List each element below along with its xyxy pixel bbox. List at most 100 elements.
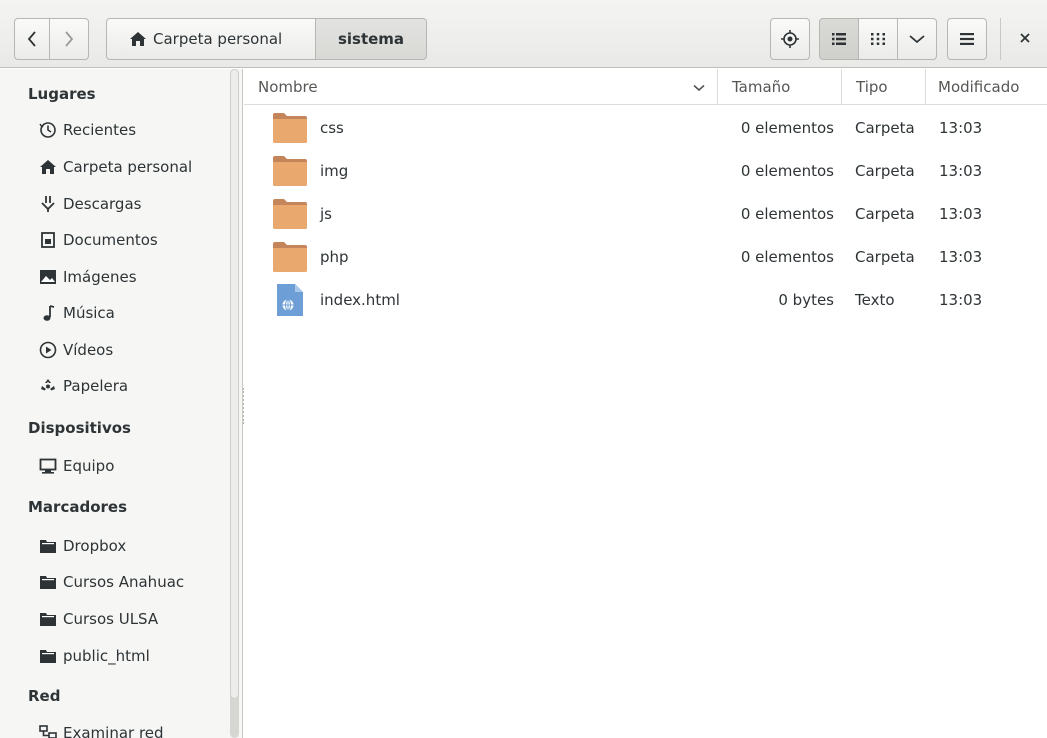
list-view-button[interactable] [819, 18, 859, 60]
file-modified: 13:03 [939, 247, 983, 266]
file-type: Carpeta [855, 204, 915, 223]
breadcrumb-current[interactable]: sistema [315, 18, 427, 60]
document-icon [38, 231, 58, 249]
sidebar-item-label: Dropbox [63, 537, 127, 555]
grid-view-button[interactable] [858, 18, 898, 60]
sidebar-item-documents[interactable]: Documentos [38, 231, 158, 249]
close-button[interactable] [1012, 26, 1038, 52]
sidebar-item-label: Recientes [63, 121, 137, 139]
chevron-left-icon [27, 31, 37, 47]
file-type: Texto [855, 290, 895, 309]
folder-icon [38, 647, 58, 665]
file-row-js[interactable]: js 0 elementos Carpeta 13:03 [244, 192, 1047, 235]
folder-icon [38, 537, 58, 555]
video-icon [38, 341, 58, 359]
folder-icon [38, 573, 58, 591]
sidebar-heading-places: Lugares [28, 85, 96, 103]
menu-button[interactable] [947, 18, 987, 60]
image-icon [38, 268, 58, 286]
home-icon [38, 158, 58, 176]
sidebar-item-label: Vídeos [63, 341, 114, 359]
sidebar-item-music[interactable]: Música [38, 304, 115, 322]
sidebar-item-label: public_html [63, 647, 150, 665]
home-icon [129, 31, 147, 47]
download-icon [38, 195, 58, 213]
file-name: js [320, 204, 332, 223]
file-row-index-html[interactable]: index.html 0 bytes Texto 13:03 [244, 278, 1047, 321]
column-header-size[interactable]: Tamaño [718, 69, 842, 105]
view-options-button[interactable] [897, 18, 937, 60]
sidebar-item-label: Música [63, 304, 115, 322]
sidebar-item-public-html[interactable]: public_html [38, 647, 150, 665]
column-header-type[interactable]: Tipo [842, 69, 926, 105]
sidebar-heading-network: Red [28, 687, 61, 705]
file-row-php[interactable]: php 0 elementos Carpeta 13:03 [244, 235, 1047, 278]
sidebar-item-trash[interactable]: Papelera [38, 377, 128, 395]
column-header-name[interactable]: Nombre [244, 69, 718, 105]
folder-icon [270, 192, 310, 235]
sidebar-item-label: Examinar red [63, 724, 164, 738]
folder-icon [270, 149, 310, 192]
file-type: Carpeta [855, 247, 915, 266]
folder-icon [270, 235, 310, 278]
target-icon [780, 29, 800, 49]
file-modified: 13:03 [939, 204, 983, 223]
sidebar-item-label: Cursos Anahuac [63, 573, 185, 591]
sidebar-scrollbar-thumb[interactable] [230, 69, 239, 699]
sidebar-item-label: Papelera [63, 377, 129, 395]
location-button[interactable] [770, 18, 810, 60]
file-list: Nombre Tamaño Tipo Modificado css 0 elem… [244, 69, 1047, 738]
file-size: 0 elementos [740, 118, 834, 137]
sidebar-item-computer[interactable]: Equipo [38, 457, 114, 475]
file-size: 0 elementos [740, 247, 834, 266]
close-icon [1019, 30, 1031, 48]
sidebar-item-cursos-ulsa[interactable]: Cursos ULSA [38, 610, 158, 628]
sidebar-item-videos[interactable]: Vídeos [38, 341, 113, 359]
file-size: 0 bytes [778, 290, 834, 309]
computer-icon [38, 457, 58, 475]
file-name: index.html [320, 290, 400, 309]
back-button[interactable] [14, 18, 50, 60]
file-modified: 13:03 [939, 118, 983, 137]
sidebar-heading-bookmarks: Marcadores [28, 498, 128, 516]
sidebar-item-browse-network[interactable]: Examinar red [38, 724, 164, 738]
list-view-icon [832, 33, 846, 45]
sidebar-item-pictures[interactable]: Imágenes [38, 268, 137, 286]
grid-view-icon [871, 33, 885, 45]
sidebar-item-label: Descargas [63, 195, 142, 213]
breadcrumb-home-label: Carpeta personal [153, 30, 283, 48]
column-header-name-label: Nombre [258, 77, 318, 96]
network-icon [38, 724, 58, 738]
sidebar-item-label: Cursos ULSA [63, 610, 159, 628]
sidebar-item-label: Imágenes [63, 268, 137, 286]
hamburger-icon [960, 33, 974, 45]
sidebar-item-cursos-anahuac[interactable]: Cursos Anahuac [38, 573, 184, 591]
file-modified: 13:03 [939, 161, 983, 180]
chevron-down-icon [909, 34, 925, 44]
file-size: 0 elementos [740, 204, 834, 223]
music-icon [38, 304, 58, 322]
sidebar-item-home[interactable]: Carpeta personal [38, 158, 192, 176]
sidebar-item-dropbox[interactable]: Dropbox [38, 537, 126, 555]
file-row-img[interactable]: img 0 elementos Carpeta 13:03 [244, 149, 1047, 192]
file-size: 0 elementos [740, 161, 834, 180]
file-name: php [320, 247, 349, 266]
breadcrumb-current-label: sistema [337, 30, 405, 48]
sidebar-item-downloads[interactable]: Descargas [38, 195, 141, 213]
file-row-css[interactable]: css 0 elementos Carpeta 13:03 [244, 106, 1047, 149]
folder-icon [270, 106, 310, 149]
sidebar-heading-devices: Dispositivos [28, 419, 131, 437]
file-name: img [320, 161, 349, 180]
sidebar-item-recent[interactable]: Recientes [38, 121, 136, 139]
html-file-icon [270, 278, 310, 321]
file-modified: 13:03 [939, 290, 983, 309]
sidebar-item-label: Documentos [63, 231, 158, 249]
file-type: Carpeta [855, 118, 915, 137]
column-header-modified[interactable]: Modificado [926, 69, 1047, 105]
sort-chevron-down-icon [693, 78, 705, 96]
forward-button[interactable] [49, 18, 89, 60]
breadcrumb-home[interactable]: Carpeta personal [106, 18, 316, 60]
sidebar: Lugares Recientes Carpeta personal Desca… [0, 69, 243, 738]
header-separator [1000, 18, 1001, 60]
header-bar: Carpeta personal sistema [0, 0, 1047, 68]
